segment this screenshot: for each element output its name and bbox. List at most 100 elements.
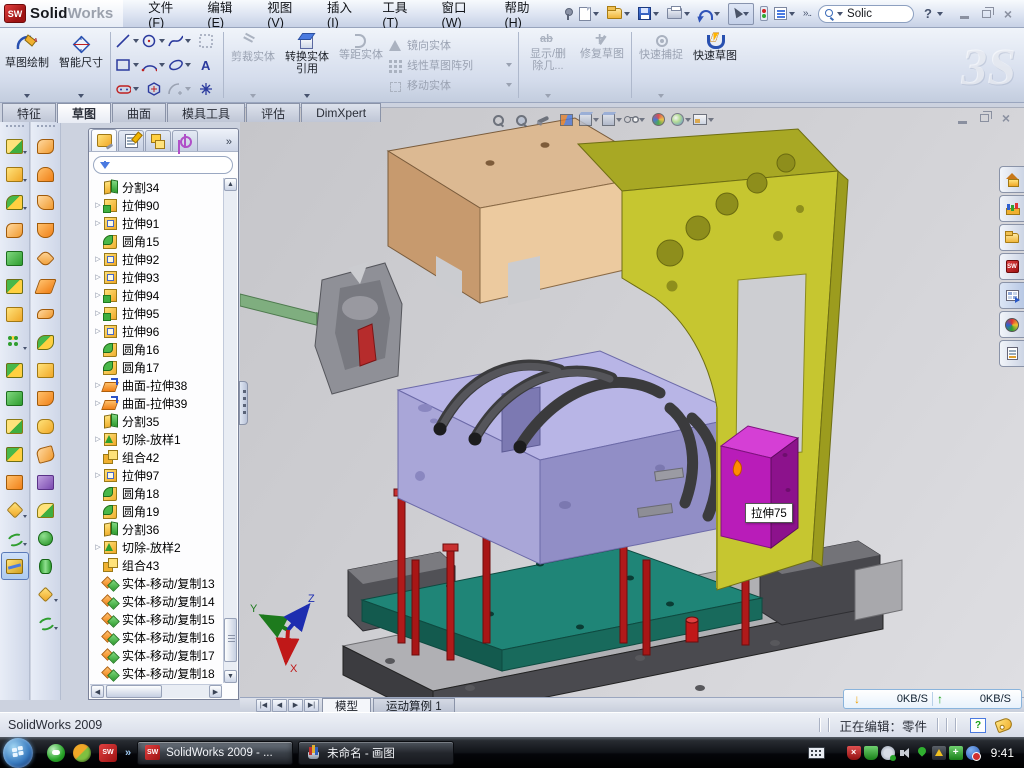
search-dropdown-icon[interactable] — [837, 12, 843, 16]
scroll-right-icon[interactable]: ▶ — [209, 685, 222, 698]
tree-horizontal-scrollbar[interactable]: ◀ ▶ — [90, 684, 222, 698]
menu-window[interactable]: 窗口(W) — [431, 0, 494, 27]
health-icon[interactable]: + — [949, 746, 963, 760]
start-button[interactable] — [3, 738, 33, 768]
curve-tool[interactable] — [1, 524, 29, 552]
model-3d-exploded-view[interactable] — [240, 108, 1024, 697]
taskbar-window-paint[interactable]: 未命名 - 画图 — [298, 741, 454, 765]
doc-close-button[interactable]: × — [996, 111, 1016, 125]
hole-wizard-tool[interactable] — [1, 300, 29, 328]
reference-geometry-tool[interactable] — [1, 496, 29, 524]
tab-features[interactable]: 特征 — [2, 103, 56, 122]
tree-item[interactable]: 实体-移动/复制17 — [91, 646, 222, 664]
tree-item[interactable]: 实体-移动/复制13 — [91, 574, 222, 592]
connection-blocked-icon[interactable] — [966, 746, 980, 760]
first-tab-button[interactable]: |◀ — [256, 699, 271, 712]
expand-arrow-icon[interactable]: ▷ — [93, 219, 103, 227]
trim-entities-button[interactable]: 剪裁实体 — [226, 28, 280, 102]
design-library-tab[interactable] — [999, 195, 1024, 222]
solidworks-resources-tab[interactable] — [999, 166, 1024, 193]
panel-splitter-handle[interactable] — [239, 381, 248, 425]
toolbar-grip[interactable] — [6, 125, 24, 130]
rapid-sketch-button[interactable]: 快速草图 — [688, 28, 742, 102]
quick-snaps-button[interactable]: 快速捕捉 — [634, 28, 688, 102]
tree-item[interactable]: 圆角17 — [91, 358, 222, 376]
polygon-tool[interactable] — [141, 77, 167, 101]
expand-arrow-icon[interactable]: ▷ — [93, 471, 103, 479]
rib-tool[interactable] — [1, 356, 29, 384]
last-tab-button[interactable]: ▶| — [304, 699, 319, 712]
options-button[interactable] — [772, 3, 799, 25]
motion-study-tab[interactable]: 运动算例 1 — [373, 698, 455, 712]
tree-item[interactable]: ▷拉伸91 — [91, 214, 222, 232]
tree-item[interactable]: ▷拉伸93 — [91, 268, 222, 286]
expand-arrow-icon[interactable]: ▷ — [93, 291, 103, 299]
radiate-surface-tool[interactable] — [32, 496, 60, 524]
configurationmanager-tab[interactable] — [145, 130, 171, 151]
split-tool[interactable] — [1, 440, 29, 468]
pushpin-icon[interactable] — [561, 3, 575, 25]
tree-item[interactable]: ▷拉伸97 — [91, 466, 222, 484]
tab-mold-tools[interactable]: 模具工具 — [167, 103, 245, 122]
view-orientation-icon[interactable] — [578, 110, 601, 129]
expand-arrow-icon[interactable]: ▷ — [93, 273, 103, 281]
expand-arrow-icon[interactable]: ▷ — [93, 327, 103, 335]
move-copy-body-tool[interactable] — [1, 468, 29, 496]
tooling-split-tool[interactable] — [32, 412, 60, 440]
tree-item[interactable]: 圆角15 — [91, 232, 222, 250]
scroll-up-icon[interactable]: ▲ — [224, 178, 237, 191]
minimize-button[interactable] — [954, 5, 974, 23]
appearances-tab[interactable] — [999, 311, 1024, 338]
cavity-tool[interactable] — [32, 384, 60, 412]
scale-tool[interactable] — [32, 440, 60, 468]
mirror-entities-button[interactable]: 镜向实体 — [388, 35, 516, 55]
revolve-tool[interactable] — [32, 132, 60, 160]
rectangle-tool[interactable] — [115, 53, 141, 77]
file-explorer-tab[interactable] — [999, 224, 1024, 251]
scroll-left-icon[interactable]: ◀ — [91, 685, 104, 698]
doc-restore-button[interactable] — [974, 111, 994, 125]
rebuild-button[interactable] — [758, 3, 770, 25]
menu-view[interactable]: 视图(V) — [256, 0, 316, 27]
menu-edit[interactable]: 编辑(E) — [196, 0, 256, 27]
parting-line-tool[interactable] — [32, 328, 60, 356]
draft-tool[interactable] — [1, 384, 29, 412]
tree-item[interactable]: 圆角18 — [91, 484, 222, 502]
section-view-icon[interactable] — [555, 110, 578, 129]
ruled-surface-tool[interactable] — [32, 552, 60, 580]
model-core-insert[interactable] — [240, 262, 402, 394]
dimxpertmanager-tab[interactable] — [172, 130, 198, 151]
network-speed-widget[interactable]: ↓0KB/S ↑0KB/S — [843, 689, 1022, 709]
menu-insert[interactable]: 插入(I) — [316, 0, 371, 27]
solidworks-toolbox-tab[interactable]: SW — [999, 253, 1024, 280]
menu-tools[interactable]: 工具(T) — [371, 0, 430, 27]
undo-button[interactable] — [696, 3, 724, 25]
sweep-surface-tool[interactable] — [32, 188, 60, 216]
apply-scene-icon[interactable] — [670, 110, 693, 129]
view-settings-icon[interactable] — [693, 110, 716, 129]
offset-entities-button[interactable]: 等距实体 — [334, 28, 388, 102]
volume-icon[interactable] — [898, 746, 912, 760]
tab-surfaces[interactable]: 曲面 — [112, 103, 166, 122]
surface-flatten-tool[interactable] — [32, 468, 60, 496]
hide-show-items-icon[interactable] — [624, 110, 647, 129]
view-palette-tab[interactable] — [999, 282, 1024, 309]
sketch-fillet-tool[interactable] — [167, 77, 193, 101]
tree-vertical-scrollbar[interactable]: ▲ ▼ — [223, 178, 237, 683]
fillet-tool[interactable] — [1, 188, 29, 216]
expand-arrow-icon[interactable]: ▷ — [93, 201, 103, 209]
repair-sketch-button[interactable]: 修复草图 — [575, 28, 629, 102]
more-tools-button[interactable]: ».. — [801, 3, 813, 25]
solidworks-shortcut-icon[interactable]: SW — [99, 744, 117, 762]
ellipse-tool[interactable] — [167, 53, 193, 77]
tree-filter-input[interactable] — [93, 156, 233, 174]
tree-item[interactable]: 组合43 — [91, 556, 222, 574]
model-side-core-block[interactable] — [721, 426, 798, 548]
tree-item[interactable]: ▷拉伸94 — [91, 286, 222, 304]
menu-help[interactable]: 帮助(H) — [493, 0, 553, 27]
graphics-viewport[interactable]: × SW 拉伸75 Y Z X — [240, 107, 1024, 697]
tree-item[interactable]: 分割36 — [91, 520, 222, 538]
pattern-tool[interactable] — [1, 328, 29, 356]
tree-item[interactable]: ▷曲面-拉伸38 — [91, 376, 222, 394]
updater-icon[interactable] — [881, 746, 895, 760]
